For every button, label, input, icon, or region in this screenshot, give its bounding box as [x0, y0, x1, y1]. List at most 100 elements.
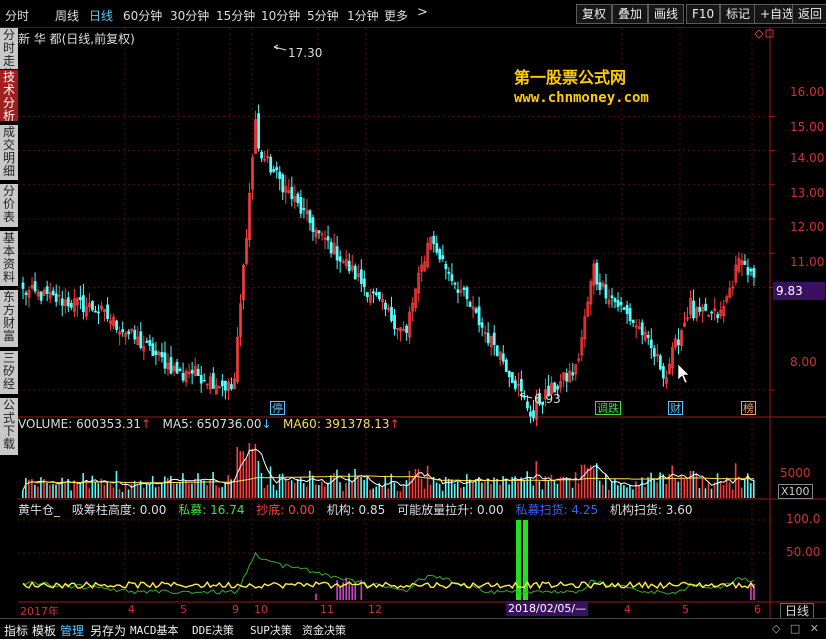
manage-button[interactable]: 管理 [60, 622, 84, 639]
side-tab-formula[interactable]: 公式下载 [0, 398, 18, 456]
sup-button[interactable]: SUP决策 [250, 622, 292, 638]
back-button[interactable]: 返回 [792, 4, 826, 24]
side-tab-intraday[interactable]: 分时走势 [0, 28, 18, 70]
f10-button[interactable]: F10 [686, 4, 721, 24]
volume-bar [136, 484, 139, 498]
period-weekly[interactable]: 周线 [55, 7, 79, 24]
volume-bar [698, 488, 701, 498]
volume-bar [121, 491, 124, 498]
volume-bar [453, 483, 456, 498]
period-more[interactable]: 更多 [384, 7, 408, 24]
draw-line-button[interactable]: 画线 [648, 4, 685, 24]
period-fenshi[interactable]: 分时 [5, 7, 29, 24]
indicator-button[interactable]: 指标 [4, 622, 28, 639]
period-60min[interactable]: 60分钟 [123, 7, 162, 24]
candle-body [106, 304, 109, 319]
candle-body [21, 282, 25, 289]
side-tab-price-table[interactable]: 分价表 [0, 184, 18, 228]
template-button[interactable]: 模板 [32, 622, 56, 639]
macd-button[interactable]: MACD基本 [130, 622, 179, 638]
event-tag-suspend[interactable]: 停 [270, 401, 285, 415]
period-1min[interactable]: 1分钟 [347, 7, 379, 24]
event-tag-adjust[interactable]: 调跌 [595, 401, 621, 415]
ind-private: 私募: 16.74 [178, 503, 245, 517]
more-arrow-icon[interactable]: > [417, 5, 428, 20]
candle-body [269, 156, 273, 173]
window-controls-icon[interactable]: ◇ □ ✕ [772, 622, 822, 635]
ind-inst-sweep: 机构扫货: 3.60 [609, 503, 693, 517]
candle-body [468, 301, 472, 307]
period-5min[interactable]: 5分钟 [307, 7, 339, 24]
volume-bar [653, 478, 655, 498]
volume-bar [680, 475, 683, 498]
save-as-button[interactable]: 另存为 [90, 622, 126, 639]
candle-body [154, 350, 158, 355]
overlay-button[interactable]: 叠加 [612, 4, 649, 24]
candle-body [510, 372, 514, 384]
candle-body [486, 332, 490, 344]
candle-body [78, 297, 82, 301]
period-toolbar: 分时 周线 日线 60分钟 30分钟 15分钟 10分钟 5分钟 1分钟 更多 … [0, 0, 826, 28]
candle-body [202, 379, 206, 382]
candle-body [480, 322, 484, 328]
candle-body [501, 353, 505, 362]
chart-area[interactable]: 新 华 都(日线,前复权) 第一股票公式网 www.chnmoney.com 1… [18, 28, 826, 619]
period-daily[interactable]: 日线 [89, 7, 113, 24]
candle-body [66, 297, 70, 307]
candle-body [556, 386, 560, 390]
volume-bar [638, 485, 640, 498]
volume-bar [414, 469, 417, 498]
volume-bar [179, 482, 181, 498]
period-15min[interactable]: 15分钟 [216, 7, 255, 24]
side-tab-eastmoney[interactable]: 东方财富 [0, 290, 18, 348]
candle-body [148, 340, 152, 346]
candle-body [335, 246, 339, 261]
ind-private-sweep: 私募扫货: 4.25 [515, 503, 599, 517]
volume-bar [752, 479, 755, 498]
volume-bar [641, 477, 643, 498]
period-10min[interactable]: 10分钟 [261, 7, 300, 24]
volume-bar [351, 480, 353, 498]
candle-body [571, 372, 575, 376]
volume-bar [163, 476, 166, 498]
volume-bar [689, 470, 692, 498]
period-indicator[interactable]: 日线 [780, 603, 815, 619]
private-line [22, 551, 755, 595]
date-label: 4 [128, 603, 135, 616]
side-tab-sanjing[interactable]: 三矽经 [0, 351, 18, 395]
ind-pullup: 可能放量拉升: 0.00 [397, 503, 504, 517]
candle-body [127, 331, 131, 335]
volume-bar [481, 482, 483, 498]
indicator-axis-label: 50.00 [786, 545, 821, 559]
mark-button[interactable]: 标记 [720, 4, 757, 24]
date-label: 5 [682, 603, 689, 616]
candle-body [453, 282, 457, 285]
volume-bar [435, 482, 438, 498]
volume-bar [290, 480, 293, 498]
candle-body [474, 308, 478, 313]
event-tag-rank[interactable]: 榜 [741, 401, 756, 415]
volume-bar [275, 490, 278, 498]
volume-bar [212, 471, 214, 498]
candle-body [532, 410, 535, 419]
candle-body [495, 345, 499, 356]
event-tag-finance[interactable]: 财 [668, 401, 683, 415]
volume-bar [142, 487, 145, 498]
fund-button[interactable]: 资金决策 [302, 622, 346, 638]
volume-bar [354, 468, 356, 498]
kline-chart[interactable] [18, 28, 826, 618]
dde-button[interactable]: DDE决策 [192, 622, 234, 638]
volume-bar [526, 471, 529, 498]
volume-bar [541, 489, 544, 498]
watermark-url: www.chnmoney.com [514, 90, 649, 106]
side-tab-profile[interactable]: 基本资料 [0, 231, 18, 287]
candle-body [710, 311, 714, 314]
side-tab-trades[interactable]: 成交明细 [0, 125, 18, 181]
side-tab-technical[interactable]: 技术分析 [0, 70, 18, 122]
fuquan-button[interactable]: 复权 [576, 4, 613, 24]
volume-bar [550, 474, 553, 498]
diamond-icon [754, 29, 764, 39]
candle-body [175, 361, 179, 374]
volume-bar [665, 483, 667, 498]
period-30min[interactable]: 30分钟 [170, 7, 209, 24]
